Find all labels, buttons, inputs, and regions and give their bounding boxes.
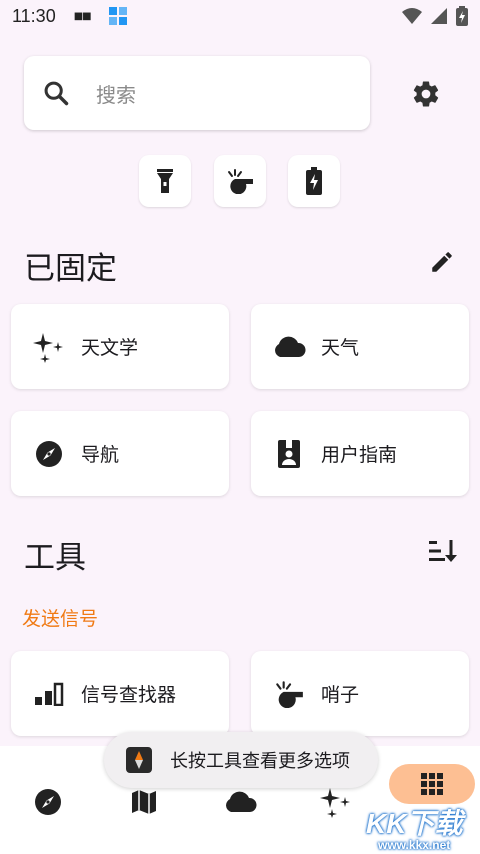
nav-map[interactable] bbox=[126, 786, 162, 818]
notification-icon: ■■ bbox=[73, 10, 92, 22]
pinned-section-title: 已固定 bbox=[24, 251, 117, 287]
watermark-brand: KK下载 bbox=[366, 808, 463, 839]
toast-message: 长按工具查看更多选项 bbox=[104, 732, 378, 788]
battery-status-icon bbox=[456, 6, 468, 26]
flashlight-icon bbox=[157, 169, 173, 193]
battery-button[interactable] bbox=[288, 155, 340, 207]
edit-pinned-button[interactable] bbox=[426, 246, 458, 278]
watermark-url: www.kkx.net bbox=[378, 838, 451, 852]
pencil-icon bbox=[432, 252, 452, 272]
tool-card-signal-finder[interactable]: 信号查找器 bbox=[11, 651, 229, 736]
sparkles-icon bbox=[320, 788, 350, 818]
pinned-card-weather[interactable]: 天气 bbox=[251, 304, 469, 389]
card-label: 用户指南 bbox=[321, 444, 398, 466]
nav-astronomy[interactable] bbox=[318, 786, 354, 818]
nav-weather[interactable] bbox=[222, 786, 258, 818]
app-compass-icon bbox=[126, 747, 152, 773]
sort-icon bbox=[429, 540, 457, 562]
tool-card-whistle[interactable]: 哨子 bbox=[251, 651, 469, 736]
category-signaling-label: 发送信号 bbox=[22, 608, 99, 630]
sort-tools-button[interactable] bbox=[426, 535, 458, 567]
card-label: 导航 bbox=[81, 444, 120, 466]
whistle-button[interactable] bbox=[214, 155, 266, 207]
map-icon bbox=[132, 790, 156, 814]
pinned-card-navigation[interactable]: 导航 bbox=[11, 411, 229, 496]
card-label: 信号查找器 bbox=[81, 684, 177, 706]
toast-text: 长按工具查看更多选项 bbox=[170, 751, 350, 772]
whistle-icon bbox=[228, 169, 253, 194]
whistle-icon bbox=[271, 676, 307, 712]
nav-navigation[interactable] bbox=[30, 786, 66, 818]
compass-icon bbox=[35, 789, 61, 815]
pinned-card-astronomy[interactable]: 天文学 bbox=[11, 304, 229, 389]
compass-icon bbox=[31, 436, 67, 472]
card-label: 哨子 bbox=[321, 684, 360, 706]
tools-section-title: 工具 bbox=[24, 540, 86, 576]
signal-bars-icon bbox=[31, 676, 67, 712]
battery-icon bbox=[306, 167, 322, 195]
watermark-logo: KK下载 www.kkx.net bbox=[362, 802, 480, 854]
grid-icon bbox=[421, 773, 443, 795]
pinned-card-user-guide[interactable]: 用户指南 bbox=[251, 411, 469, 496]
cloud-icon bbox=[271, 329, 307, 365]
card-label: 天文学 bbox=[81, 337, 139, 359]
flashlight-button[interactable] bbox=[139, 155, 191, 207]
guide-book-icon bbox=[271, 436, 307, 472]
cloud-icon bbox=[226, 791, 257, 812]
status-time: 11:30 bbox=[12, 5, 56, 26]
gear-icon bbox=[413, 81, 439, 107]
app-notification-icon bbox=[108, 7, 127, 25]
settings-button[interactable] bbox=[408, 76, 444, 112]
status-bar: 11:30 ■■ bbox=[0, 0, 480, 32]
search-input[interactable]: 搜索 bbox=[24, 56, 370, 130]
search-icon bbox=[44, 81, 69, 106]
cellular-signal-icon bbox=[431, 8, 447, 24]
card-label: 天气 bbox=[321, 337, 360, 359]
sparkles-icon bbox=[31, 329, 67, 365]
search-placeholder: 搜索 bbox=[96, 82, 136, 107]
wifi-icon bbox=[402, 8, 422, 24]
nav-tools-button[interactable] bbox=[389, 764, 475, 804]
